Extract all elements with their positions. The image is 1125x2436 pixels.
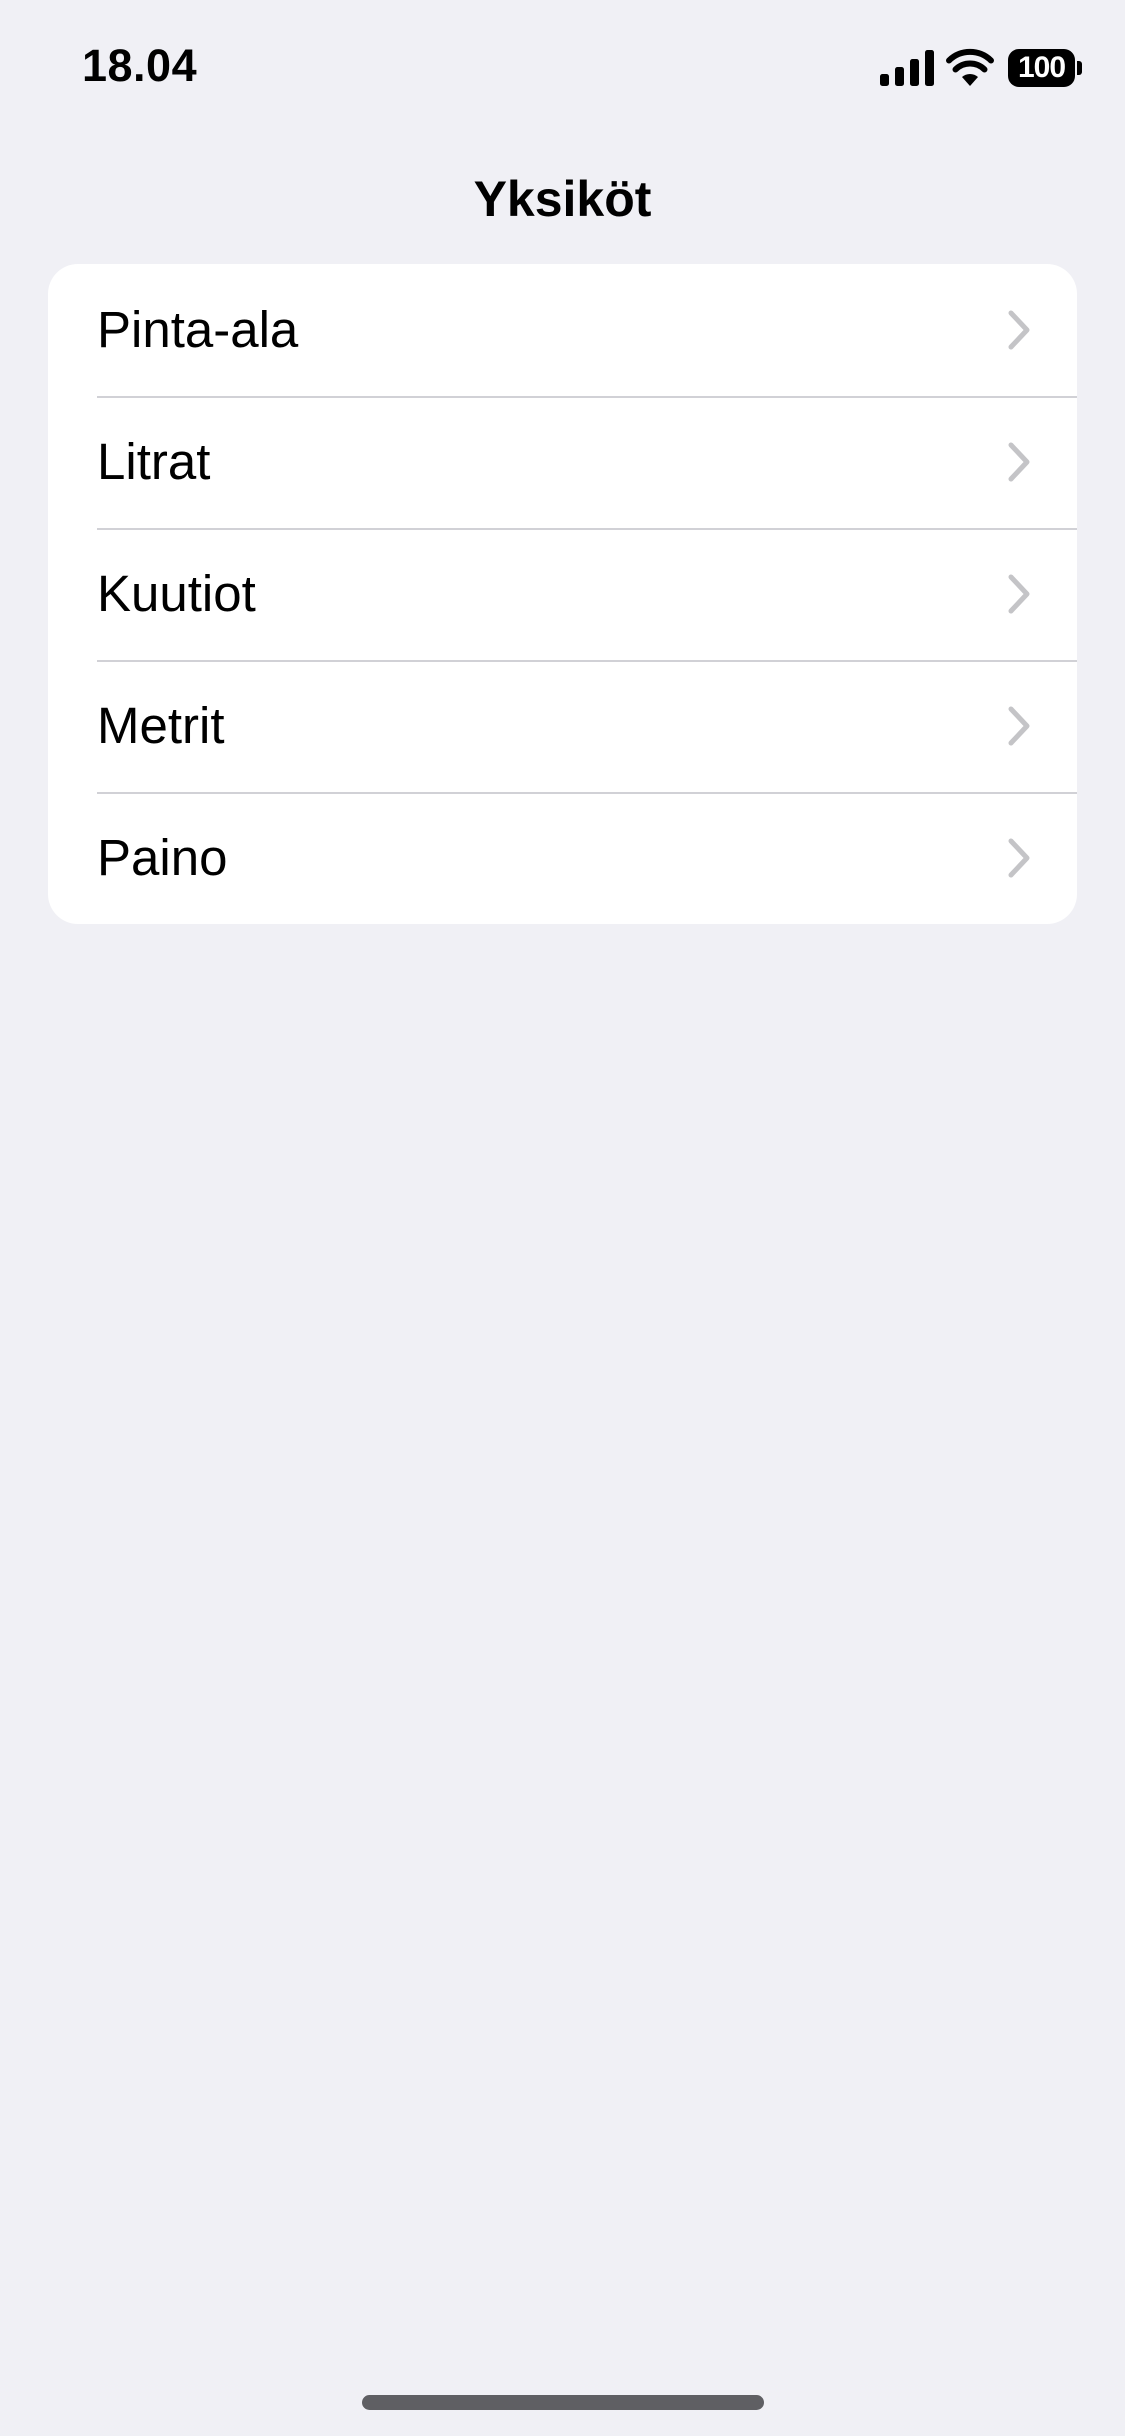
page-title: Yksiköt	[473, 171, 652, 227]
chevron-right-icon	[1008, 706, 1030, 746]
list-item-metrit[interactable]: Metrit	[48, 660, 1077, 792]
chevron-right-icon	[1008, 838, 1030, 878]
list-item-litrat[interactable]: Litrat	[48, 396, 1077, 528]
battery-level: 100	[1008, 49, 1075, 87]
status-bar: 18.04 100	[0, 0, 1125, 140]
signal-icon	[880, 50, 934, 86]
wifi-icon	[946, 48, 994, 86]
units-list: Pinta-ala Litrat Kuutiot Metrit Paino	[48, 264, 1077, 924]
battery-cap	[1077, 61, 1082, 75]
list-item-label: Metrit	[97, 697, 225, 754]
list-item-paino[interactable]: Paino	[48, 792, 1077, 924]
chevron-right-icon	[1008, 442, 1030, 482]
chevron-right-icon	[1008, 574, 1030, 614]
chevron-right-icon	[1008, 310, 1030, 350]
list-item-label: Litrat	[97, 433, 211, 490]
status-time: 18.04	[82, 40, 198, 91]
list-item-label: Pinta-ala	[97, 301, 299, 358]
home-indicator[interactable]	[362, 2395, 764, 2410]
list-item-kuutiot[interactable]: Kuutiot	[48, 528, 1077, 660]
list-item-pinta-ala[interactable]: Pinta-ala	[48, 264, 1077, 396]
battery-icon: 100	[1008, 49, 1082, 87]
list-item-label: Paino	[97, 829, 228, 886]
list-item-label: Kuutiot	[97, 565, 256, 622]
